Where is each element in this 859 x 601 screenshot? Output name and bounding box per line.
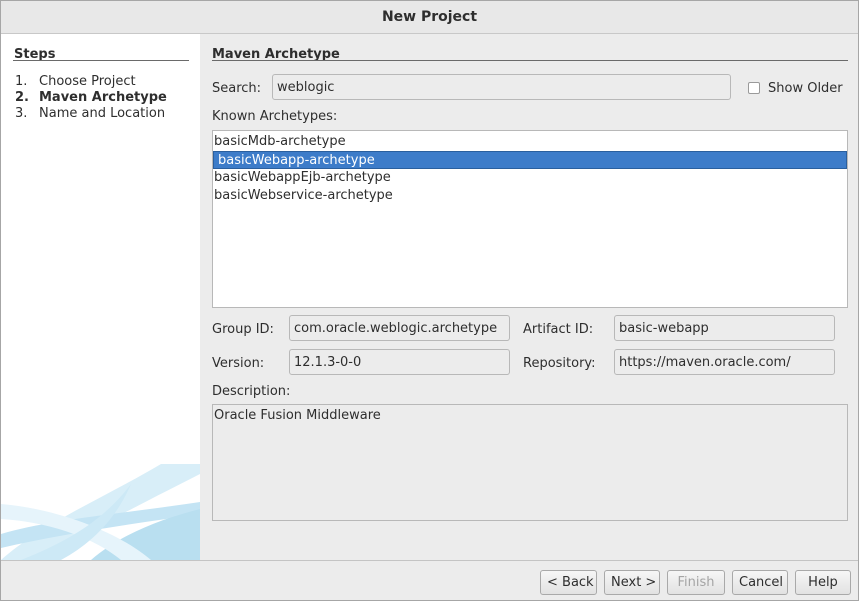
step-label: Choose Project (39, 74, 136, 89)
description-text[interactable]: Oracle Fusion Middleware (212, 404, 848, 521)
list-item[interactable]: basicWebappEjb-archetype (213, 169, 847, 187)
steps-panel: Steps 1. Choose Project 2. Maven Archetype… (1, 34, 200, 560)
next-button[interactable]: Next > (604, 570, 660, 595)
search-label: Search: (212, 81, 262, 96)
artifact-id-label: Artifact ID: (523, 322, 594, 337)
step-label: Name and Location (39, 106, 166, 121)
archetype-panel: Maven Archetype Search: Show Older Known… (200, 34, 858, 560)
step-name-and-location: 3. Name and Location (15, 106, 166, 121)
show-older-label[interactable]: Show Older (768, 81, 843, 96)
cancel-button[interactable]: Cancel (732, 570, 788, 595)
artifact-id-field[interactable]: basic-webapp (614, 315, 835, 341)
repository-label: Repository: (523, 356, 596, 371)
known-archetypes-label: Known Archetypes: (212, 109, 338, 124)
help-button[interactable]: Help (795, 570, 851, 595)
step-choose-project: 1. Choose Project (15, 74, 136, 89)
version-field[interactable]: 12.1.3-0-0 (289, 349, 510, 375)
version-label: Version: (212, 356, 265, 371)
new-project-dialog: New Project Steps 1. Choose Project 2. Mav… (0, 0, 859, 601)
group-id-field[interactable]: com.oracle.weblogic.archetype (289, 315, 510, 341)
steps-divider (13, 60, 189, 61)
list-item[interactable]: basicWebservice-archetype (213, 187, 847, 205)
back-button[interactable]: < Back (540, 570, 597, 595)
dialog-title: New Project (1, 1, 858, 34)
step-label: Maven Archetype (39, 90, 167, 105)
archetypes-list[interactable]: basicMdb-archetype basicWebapp-archetype… (212, 130, 848, 308)
panel-divider (212, 60, 848, 61)
show-older-checkbox[interactable] (748, 82, 760, 94)
description-label: Description: (212, 384, 291, 399)
button-bar: < Back Next > Finish Cancel Help (1, 560, 858, 600)
step-maven-archetype: 2. Maven Archetype (15, 90, 167, 105)
finish-button[interactable]: Finish (667, 570, 725, 595)
repository-field[interactable]: https://maven.oracle.com/ (614, 349, 835, 375)
group-id-label: Group ID: (212, 322, 274, 337)
search-input[interactable] (272, 74, 731, 100)
list-item[interactable]: basicMdb-archetype (213, 133, 847, 151)
decorative-swoosh-graphic (1, 464, 200, 560)
list-item-selected[interactable]: basicWebapp-archetype (213, 151, 847, 169)
